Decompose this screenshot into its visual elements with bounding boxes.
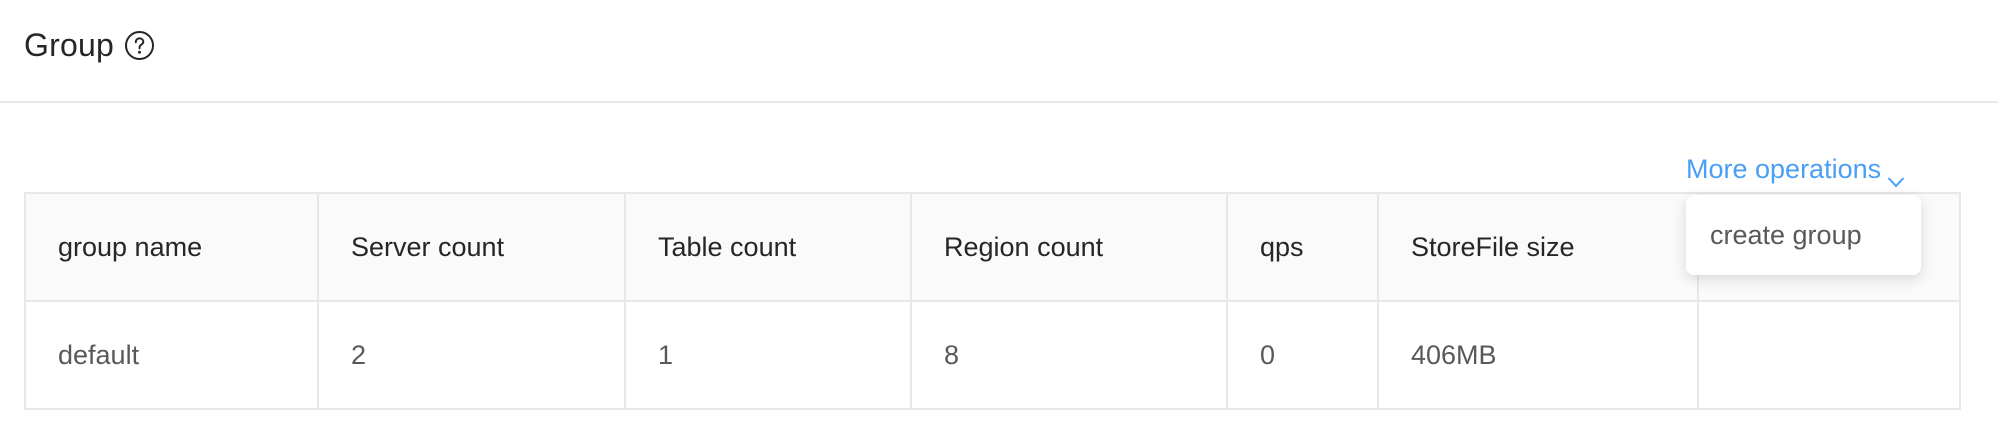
column-header-group-name: group name [24,192,319,302]
question-circle-icon[interactable] [124,30,155,61]
cell-qps: 0 [1226,300,1379,410]
create-group-menu-item[interactable]: create group [1710,220,1862,251]
column-header-server-count: Server count [317,192,626,302]
more-operations-button[interactable]: More operations [1686,154,1905,187]
cell-region-count: 8 [910,300,1228,410]
more-operations-dropdown: create group [1686,195,1921,275]
column-header-storefile-size: StoreFile size [1377,192,1699,302]
page-title: Group [24,27,114,63]
column-header-table-count: Table count [624,192,912,302]
cell-group-name: default [24,300,319,410]
table-row: default 2 1 8 0 406MB [24,300,1961,410]
cell-actions [1697,300,1961,410]
page-header: Group [0,0,1998,103]
cell-table-count: 1 [624,300,912,410]
column-header-qps: qps [1226,192,1379,302]
table-header-row: group name Server count Table count Regi… [24,192,1961,302]
column-header-region-count: Region count [910,192,1228,302]
group-table: group name Server count Table count Regi… [24,192,1961,410]
cell-server-count: 2 [317,300,626,410]
more-operations-label: More operations [1686,154,1882,184]
cell-storefile-size: 406MB [1377,300,1699,410]
chevron-down-icon [1887,164,1905,187]
